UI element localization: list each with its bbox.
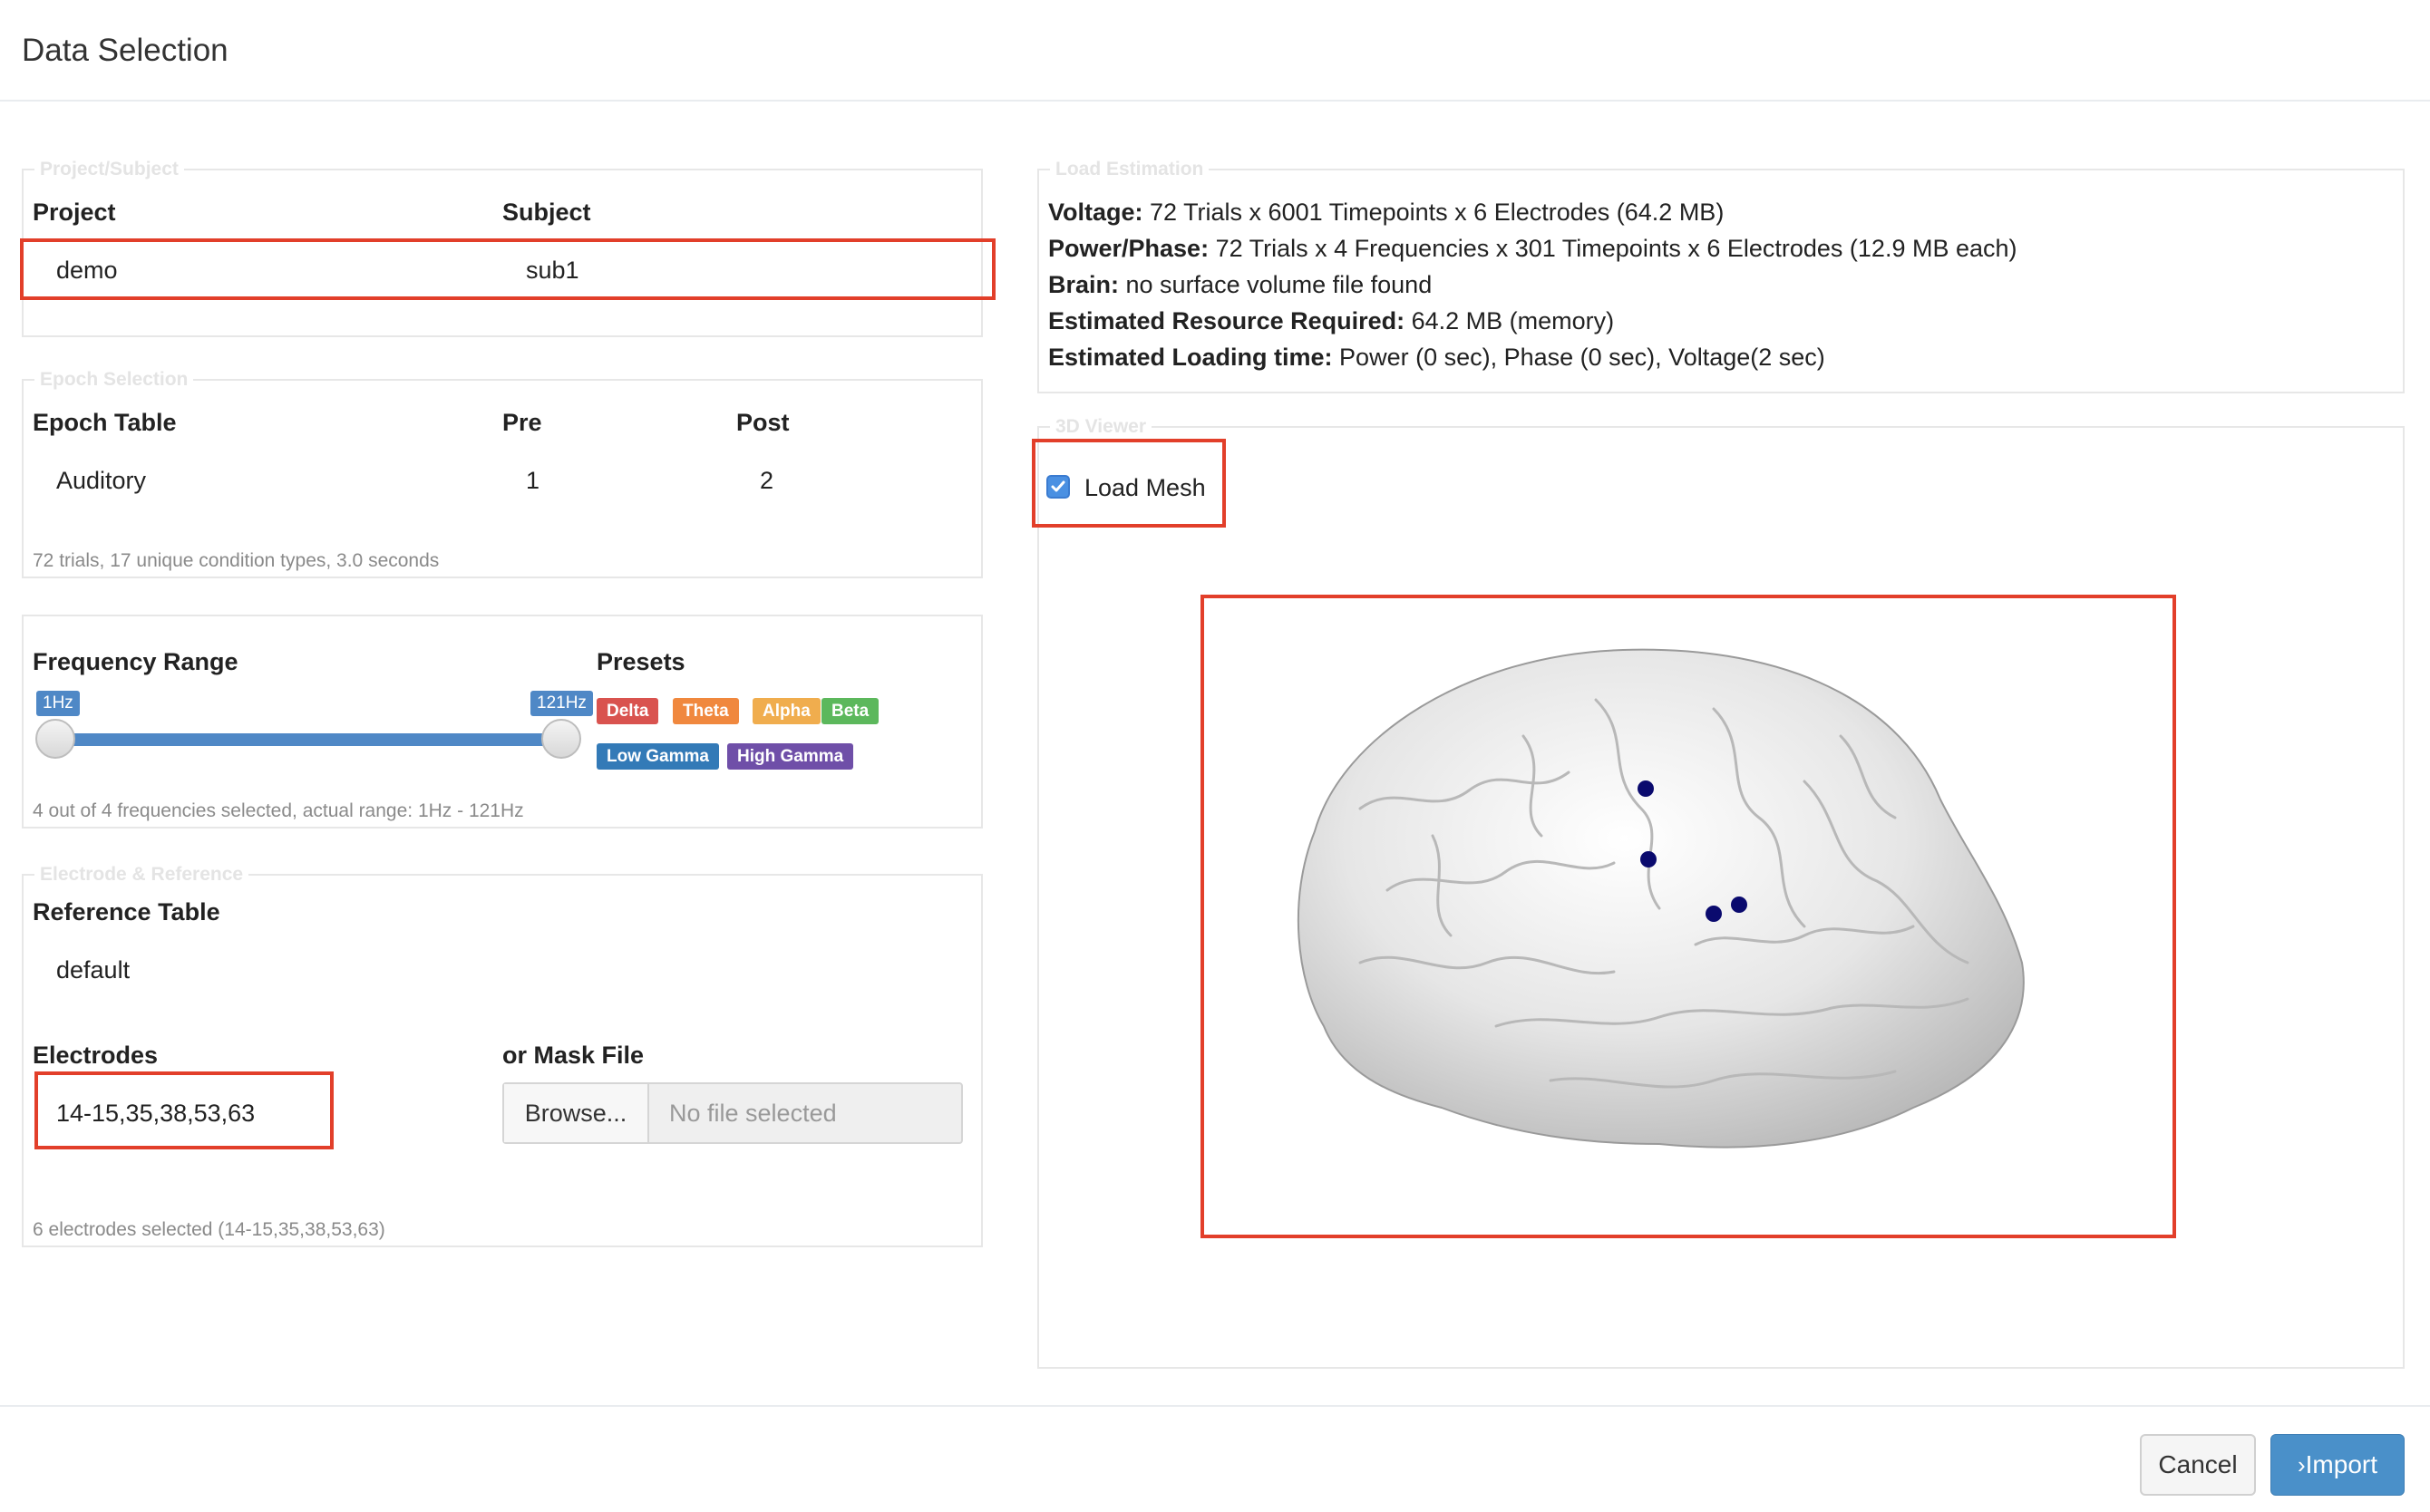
project-subject-legend: Project/Subject <box>40 159 179 179</box>
reference-table-select[interactable]: default <box>56 955 130 985</box>
frequency-summary: 4 out of 4 frequencies selected, actual … <box>33 800 524 821</box>
brain-3d-viewer[interactable] <box>1206 600 2171 1233</box>
preset-beta-button[interactable]: Beta <box>821 698 880 724</box>
frequency-slider-bar[interactable] <box>53 733 564 746</box>
electrode-summary: 6 electrodes selected (14-15,35,38,53,63… <box>33 1219 385 1240</box>
electrodes-highlight <box>34 1071 334 1149</box>
load-estimation-legend: Load Estimation <box>1055 159 1204 179</box>
reference-table-label: Reference Table <box>33 898 220 926</box>
slider-min-label: 1Hz <box>36 691 80 716</box>
slider-max-label: 121Hz <box>530 691 593 716</box>
preset-low-gamma-button[interactable]: Low Gamma <box>597 743 719 770</box>
pre-label: Pre <box>502 409 542 436</box>
presets-label: Presets <box>597 648 685 675</box>
electrode-legend: Electrode & Reference <box>40 864 244 885</box>
import-button[interactable]: ›Import <box>2270 1434 2405 1496</box>
epoch-fieldset: Epoch Selection <box>22 370 983 578</box>
epoch-table-label: Epoch Table <box>33 409 177 436</box>
preset-high-gamma-button[interactable]: High Gamma <box>727 743 854 770</box>
preset-delta-button[interactable]: Delta <box>597 698 659 724</box>
viewer-legend: 3D Viewer <box>1055 416 1147 437</box>
power-phase-line: Power/Phase: 72 Trials x 4 Frequencies x… <box>1048 235 2017 262</box>
load-mesh-highlight <box>1032 439 1226 528</box>
slider-max-handle[interactable] <box>541 719 581 759</box>
slider-min-handle[interactable] <box>35 719 75 759</box>
footer-divider <box>0 1405 2430 1407</box>
pre-input[interactable]: 1 <box>526 465 539 496</box>
resource-line: Estimated Resource Required: 64.2 MB (me… <box>1048 307 1615 334</box>
preset-alpha-button[interactable]: Alpha <box>753 698 821 724</box>
epoch-legend: Epoch Selection <box>40 369 189 390</box>
epoch-summary: 72 trials, 17 unique condition types, 3.… <box>33 550 440 571</box>
voltage-line: Voltage: 72 Trials x 6001 Timepoints x 6… <box>1048 199 1725 226</box>
frequency-range-label: Frequency Range <box>33 648 238 675</box>
post-label: Post <box>736 409 790 436</box>
loading-time-line: Estimated Loading time: Power (0 sec), P… <box>1048 344 1825 371</box>
browse-button[interactable]: Browse... <box>504 1084 649 1142</box>
project-subject-highlight <box>20 238 996 300</box>
electrode-marker <box>1638 780 1654 797</box>
electrode-marker <box>1731 897 1747 913</box>
electrode-marker <box>1706 906 1722 922</box>
electrodes-label: Electrodes <box>33 1042 159 1069</box>
modal-title: Data Selection <box>22 33 228 68</box>
electrode-marker <box>1640 851 1657 867</box>
mask-file-input[interactable]: Browse... No file selected <box>502 1082 963 1144</box>
chevron-right-icon: › <box>2297 1451 2306 1478</box>
post-input[interactable]: 2 <box>760 465 773 496</box>
epoch-table-select[interactable]: Auditory <box>56 465 146 496</box>
subject-label: Subject <box>502 199 591 226</box>
header-divider <box>0 100 2430 102</box>
import-label: Import <box>2305 1450 2378 1478</box>
mask-file-label: or Mask File <box>502 1042 645 1069</box>
project-label: Project <box>33 199 116 226</box>
preset-theta-button[interactable]: Theta <box>673 698 739 724</box>
cancel-button[interactable]: Cancel <box>2140 1434 2256 1496</box>
brain-line: Brain: no surface volume file found <box>1048 271 1433 298</box>
file-placeholder: No file selected <box>669 1100 837 1127</box>
brain-mesh <box>1297 648 2025 1149</box>
